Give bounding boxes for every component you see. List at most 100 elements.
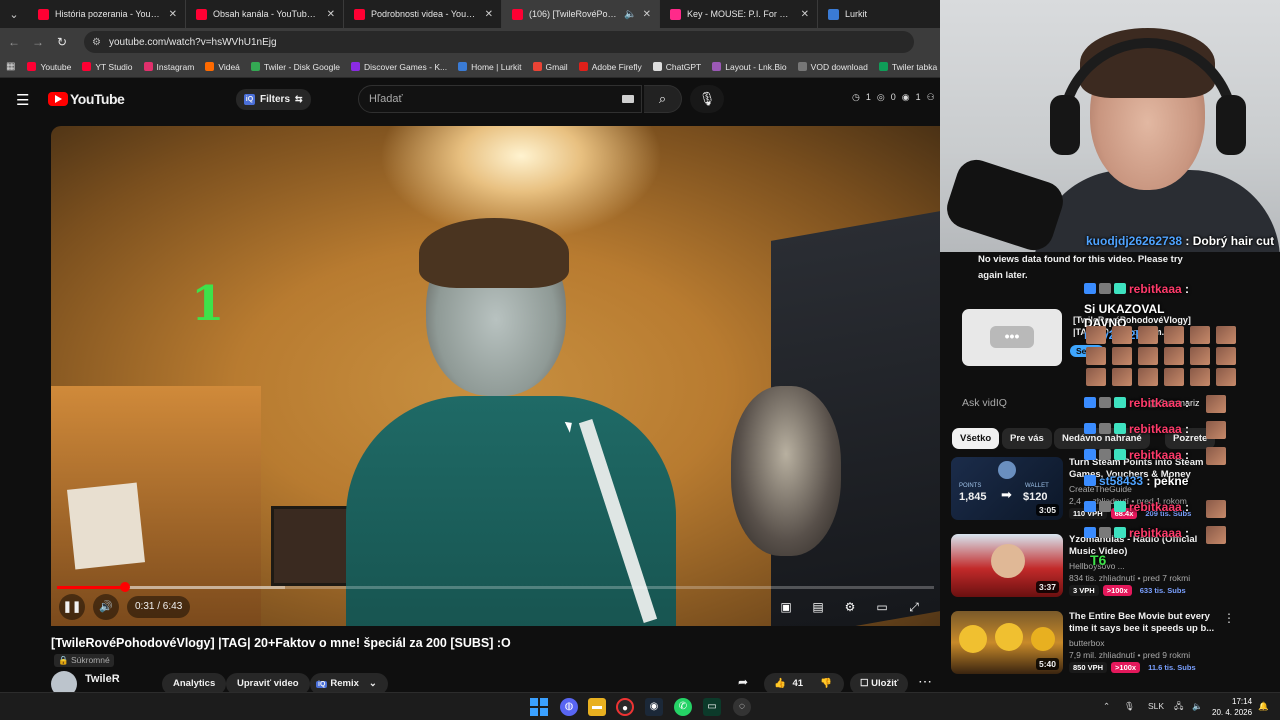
bookmark-item[interactable]: Gmail: [532, 62, 568, 72]
apps-grid-icon[interactable]: ▦: [6, 61, 15, 72]
tab-title: (106) [TwileRovéPohodové\: [529, 9, 621, 19]
theater-button[interactable]: ▭: [872, 598, 892, 616]
vidiq-player-button[interactable]: ▣: [776, 598, 796, 616]
bookmark-item[interactable]: Discover Games - K...: [350, 62, 447, 72]
close-tab-icon[interactable]: ✕: [485, 9, 493, 20]
notifications-icon[interactable]: 🔔: [1258, 701, 1269, 712]
browser-tab[interactable]: Key - MOUSE: P.I. For Hire - Key ✕: [660, 0, 818, 28]
network-icon[interactable]: 🖧: [1174, 701, 1183, 715]
mic-icon: 🎙: [698, 91, 716, 106]
file-explorer-icon[interactable]: ▬: [588, 698, 606, 716]
share-icon[interactable]: ➦: [738, 675, 748, 689]
tab-search-menu-icon[interactable]: ⌄: [0, 0, 28, 28]
vidiq-icon: iQ: [244, 94, 255, 105]
terminal-icon[interactable]: ▭: [703, 698, 721, 716]
browser-tab-active[interactable]: (106) [TwileRovéPohodové\ 🔈 ✕: [502, 0, 660, 28]
browser-tab[interactable]: História pozerania - YouTube ✕: [28, 0, 186, 28]
vidiq-no-views-message: No views data found for this video. Plea…: [978, 254, 1183, 281]
vod-download-icon: [797, 62, 807, 71]
youtube-logo[interactable]: YouTube: [48, 91, 125, 107]
chip-all[interactable]: Všetko: [952, 428, 1000, 449]
chatgpt-icon: [652, 62, 662, 71]
more-vert-icon[interactable]: ⋮: [1223, 611, 1235, 625]
recommendation-title[interactable]: The Entire Bee Movie but every time it s…: [1069, 611, 1219, 635]
thumb-bee: [995, 623, 1023, 651]
close-tab-icon[interactable]: ✕: [643, 9, 651, 20]
tray-chevron-icon[interactable]: ⌃: [1103, 701, 1110, 712]
browser-tab[interactable]: Lurkit: [818, 0, 940, 28]
bookmark-item[interactable]: VOD download: [797, 62, 868, 72]
bookmark-item[interactable]: ChatGPT: [652, 62, 701, 72]
forward-icon[interactable]: →: [26, 35, 50, 49]
obs-icon[interactable]: ◌: [733, 698, 751, 716]
emote-icon: [1112, 347, 1132, 365]
url-field[interactable]: ⚙ youtube.com/watch?v=hsWVhU1nEjg: [84, 31, 914, 53]
bookmark-item[interactable]: Adobe Firefly: [578, 62, 642, 72]
bookmark-item[interactable]: Twiler - Disk Google: [250, 62, 340, 72]
browser-tab[interactable]: Podrobnosti videa - YouTube S ✕: [344, 0, 502, 28]
bookmark-label: Layout - Lnk.Bio: [725, 61, 787, 72]
close-tab-icon[interactable]: ✕: [327, 9, 335, 20]
menu-icon[interactable]: ☰: [16, 91, 29, 109]
volume-button[interactable]: 🔊: [93, 594, 119, 620]
search-input[interactable]: Hľadať: [358, 85, 642, 113]
bookmark-item[interactable]: Youtube: [27, 62, 71, 72]
speaker-icon[interactable]: 🔈: [624, 9, 636, 20]
bookmarks-bar: ▦ Youtube YT Studio Instagram Videá Twil…: [0, 56, 940, 78]
recommendation-channel[interactable]: butterbox: [1069, 638, 1104, 648]
system-clock[interactable]: 17:14 20. 4. 2026: [1212, 696, 1252, 718]
steam-icon[interactable]: ◉: [645, 698, 663, 716]
bookmark-item[interactable]: Layout - Lnk.Bio: [712, 61, 787, 72]
channel-name[interactable]: TwileR: [85, 673, 120, 685]
more-actions-icon[interactable]: ⋯: [918, 673, 932, 690]
pause-button[interactable]: ❚❚: [59, 594, 85, 620]
chrome-icon[interactable]: ●: [616, 698, 634, 716]
windows-taskbar: ◍ ▬ ● ◉ ✆ ▭ ◌ ⌃ 🎙 SLK 🖧 🔈 17:14 20. 4. 2…: [0, 692, 1280, 720]
volume-tray-icon[interactable]: 🔈: [1192, 701, 1203, 712]
tray-mic-icon[interactable]: 🎙: [1124, 701, 1135, 712]
theater-icon: ▭: [876, 600, 888, 614]
recommendation-thumbnail[interactable]: 5:40: [951, 611, 1063, 674]
settings-button[interactable]: ⚙: [840, 598, 860, 616]
windows-start-icon[interactable]: [530, 698, 548, 716]
thumbs-up-icon[interactable]: 👍: [774, 678, 786, 689]
emote-icon: [1112, 368, 1132, 386]
discord-icon[interactable]: ◍: [560, 698, 578, 716]
bookmark-item[interactable]: Twiler tabka: [878, 62, 937, 72]
video-frame-figure: [731, 386, 841, 556]
yt-studio-icon: [82, 62, 92, 71]
vidiq-filters-button[interactable]: iQ Filters ⇆: [236, 89, 311, 110]
whatsapp-icon[interactable]: ✆: [674, 698, 692, 716]
recommendation-thumbnail[interactable]: 3:37: [951, 534, 1063, 597]
subtitles-button[interactable]: ▤: [808, 598, 828, 616]
recommendation-thumbnail[interactable]: POINTS 1,845 ➡ WALLET $120 3:05: [951, 457, 1063, 520]
progress-played: [57, 586, 126, 589]
video-player[interactable]: 1 ❚❚ 🔊 0:31 / 6:43 ▣ ▤ ⚙ ▭ ⤢: [51, 126, 940, 626]
close-tab-icon[interactable]: ✕: [801, 9, 809, 20]
youtube-favicon-icon: [512, 8, 523, 20]
search-button[interactable]: ⌕: [644, 85, 682, 113]
keyboard-icon[interactable]: [622, 95, 634, 103]
bookmark-item[interactable]: Videá: [205, 62, 240, 72]
emote-icon: [1164, 326, 1184, 344]
browser-tab[interactable]: Obsah kanála - YouTube Studio ✕: [186, 0, 344, 28]
chip-for-you[interactable]: Pre vás: [1002, 428, 1052, 449]
fullscreen-button[interactable]: ⤢: [904, 598, 924, 616]
site-settings-icon[interactable]: ⚙: [92, 37, 101, 48]
voice-search-button[interactable]: 🎙: [690, 85, 724, 113]
language-indicator[interactable]: SLK: [1148, 701, 1164, 711]
adobe-firefly-icon: [578, 62, 588, 71]
thumb-points-value: 1,845: [959, 491, 987, 503]
youtube-favicon-icon: [354, 8, 365, 20]
reload-icon[interactable]: ↻: [50, 35, 74, 49]
chevron-down-icon: ⌄: [368, 678, 377, 689]
progress-bar[interactable]: [57, 582, 934, 592]
video-frame-poster: [67, 482, 145, 570]
recommendation-item[interactable]: 5:40 The Entire Bee Movie but every time…: [951, 611, 1271, 677]
close-tab-icon[interactable]: ✕: [169, 9, 177, 20]
back-icon[interactable]: ←: [2, 35, 26, 49]
bookmark-item[interactable]: Instagram: [143, 62, 194, 72]
bookmark-item[interactable]: YT Studio: [82, 62, 133, 72]
badge-icon: [1114, 527, 1126, 538]
bookmark-item[interactable]: Home | Lurkit: [458, 62, 522, 72]
